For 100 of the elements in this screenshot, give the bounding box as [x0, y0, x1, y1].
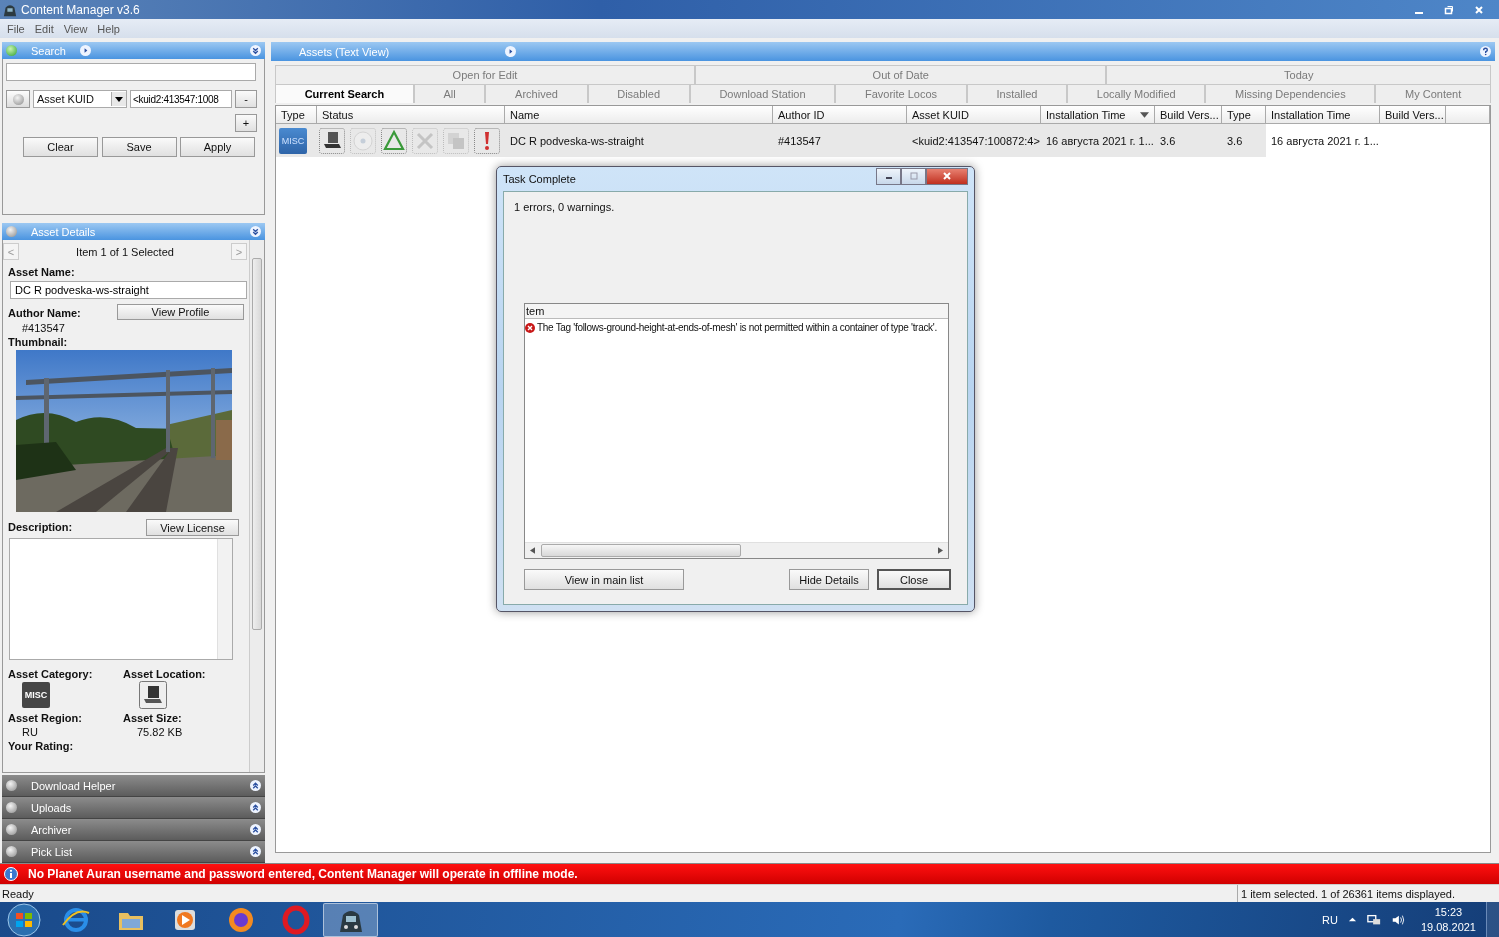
dialog-button[interactable]: View in main list	[524, 569, 684, 590]
tab[interactable]: Open for Edit	[275, 65, 695, 84]
column-header[interactable]: Type	[276, 106, 317, 124]
minimize-icon	[1415, 12, 1423, 14]
help-icon[interactable]	[1480, 46, 1491, 57]
column-header[interactable]: Author ID	[773, 106, 907, 124]
chevron-icon[interactable]	[250, 824, 261, 835]
scroll-thumb[interactable]	[541, 544, 741, 557]
scrollbar[interactable]	[249, 240, 264, 772]
network-icon[interactable]	[1366, 912, 1381, 927]
action-button[interactable]: Save	[101, 137, 177, 157]
author-name: #413547	[22, 322, 66, 334]
tab[interactable]: Current Search	[275, 84, 414, 103]
table-cell-text: 16 августа 2021 г. 1...	[1270, 133, 1380, 149]
tab[interactable]: Locally Modified	[1067, 84, 1206, 103]
column-header[interactable]: Name	[505, 106, 773, 124]
maximize-button[interactable]	[901, 167, 926, 185]
tab[interactable]: All	[413, 84, 486, 103]
dropdown-icon	[111, 92, 126, 106]
status-text: Ready	[1, 887, 35, 900]
menu-item[interactable]: File	[2, 22, 30, 35]
dialog-button[interactable]: Hide Details	[789, 569, 869, 590]
field-label: Thumbnail:	[8, 336, 69, 348]
table-cell: 3.6	[1222, 124, 1266, 157]
horizontal-scrollbar[interactable]	[525, 542, 948, 558]
column-header[interactable]: Asset KUID	[907, 106, 1041, 124]
caret-icon[interactable]	[1347, 915, 1357, 924]
action-button[interactable]: Clear	[23, 137, 98, 157]
tab[interactable]: Installed	[966, 84, 1068, 103]
column-header[interactable]: Build Vers...	[1380, 106, 1446, 124]
view-license-button[interactable]: View License	[146, 519, 239, 536]
scroll-left-icon[interactable]	[530, 547, 535, 554]
close-button[interactable]	[926, 167, 968, 185]
language-indicator[interactable]: RU	[1322, 913, 1338, 926]
column-header[interactable]: Build Vers...	[1155, 106, 1222, 124]
app-icon	[3, 2, 17, 17]
menu-item[interactable]: Edit	[29, 22, 59, 35]
table-cell: <kuid2:413547:100872:4>	[907, 124, 1041, 157]
close-icon	[942, 171, 952, 181]
laptop-icon	[139, 681, 167, 709]
toggle-button[interactable]	[6, 90, 30, 108]
panel-title: Search	[31, 44, 66, 57]
filter-dropdown[interactable]: Asset KUID	[33, 90, 127, 108]
chevron-icon[interactable]	[250, 846, 261, 857]
message-text: The Tag 'follows-ground-height-at-ends-of-mesh' is not permitted within a container of type 'track'.	[537, 322, 937, 333]
column-header[interactable]: Installation Time	[1266, 106, 1380, 124]
taskbar-button[interactable]	[323, 902, 378, 937]
status-orb-icon	[6, 846, 17, 857]
table-cell: 16 августа 2021 г. 1...	[1041, 124, 1155, 157]
header-filler	[1446, 106, 1490, 124]
field-label: Description:	[8, 521, 73, 533]
maximize-icon	[908, 171, 919, 181]
add-button[interactable]: +	[235, 114, 257, 132]
dialog-button[interactable]: Close	[877, 569, 951, 590]
table-cell: DC R podveska-ws-straight	[505, 124, 773, 157]
tab[interactable]: Today	[1106, 65, 1491, 84]
chevron-icon[interactable]	[250, 45, 261, 56]
clock[interactable]: 15:23 19.08.2021	[1420, 904, 1476, 935]
ring-browser-icon	[280, 904, 311, 935]
chevron-icon[interactable]	[250, 802, 261, 813]
description-field[interactable]	[9, 538, 233, 660]
status-orb-icon	[6, 802, 17, 813]
tab[interactable]: Download Station	[689, 84, 836, 103]
panel-header[interactable]: Pick List	[2, 841, 265, 863]
table-row[interactable]: MISC DC R podveska-ws-straight #413547 <kuid2:413547:100872:4> 16 августа 2021 г. 1... 3.6 3.6 16 августа 2021 г. 1...	[276, 124, 1490, 157]
message-item[interactable]: The Tag 'follows-ground-height-at-ends-of-mesh' is not permitted within a container of type 'track'.	[525, 319, 948, 336]
menu-item[interactable]: View	[58, 22, 93, 35]
search-field[interactable]	[6, 63, 256, 81]
view-profile-button[interactable]: View Profile	[117, 304, 244, 320]
start-button[interactable]	[6, 901, 42, 937]
panel-header[interactable]: Download Helper	[2, 775, 265, 797]
panel-title: Assets (Text View)	[299, 45, 390, 58]
table-cell: #413547	[773, 124, 907, 157]
menu-item[interactable]: Help	[92, 22, 125, 35]
column-header[interactable]: Installation Time	[1041, 106, 1155, 124]
column-header[interactable]: Type	[1222, 106, 1266, 124]
tab[interactable]: Missing Dependencies	[1205, 84, 1376, 103]
panel-header[interactable]: Archiver	[2, 819, 265, 841]
asset-name-field[interactable]: DC R podveska-ws-straight	[10, 281, 247, 299]
remove-button[interactable]: -	[235, 90, 257, 108]
play-icon[interactable]	[505, 46, 517, 57]
tab[interactable]: Favorite Locos	[835, 84, 967, 103]
column-header[interactable]: tem	[525, 304, 948, 319]
minimize-button[interactable]	[876, 167, 901, 185]
tab[interactable]: Archived	[485, 84, 588, 103]
filter-value-field[interactable]: <kuid2:413547:1008	[130, 90, 232, 108]
column-header[interactable]: Status	[317, 106, 505, 124]
chevron-icon[interactable]	[250, 780, 261, 791]
play-icon[interactable]	[79, 45, 91, 56]
panel-header[interactable]: Uploads	[2, 797, 265, 819]
panel-title: Download Helper	[31, 779, 116, 792]
tab[interactable]: My Content	[1375, 84, 1491, 103]
action-button[interactable]: Apply	[180, 137, 255, 157]
scrollbar[interactable]	[217, 539, 232, 659]
tab[interactable]: Disabled	[587, 84, 690, 103]
tab[interactable]: Out of Date	[695, 65, 1107, 84]
field-label: Asset Category:	[8, 668, 94, 680]
scroll-right-icon[interactable]	[938, 547, 943, 554]
dialog-title: Task Complete	[503, 173, 576, 185]
chevron-icon[interactable]	[250, 226, 261, 237]
